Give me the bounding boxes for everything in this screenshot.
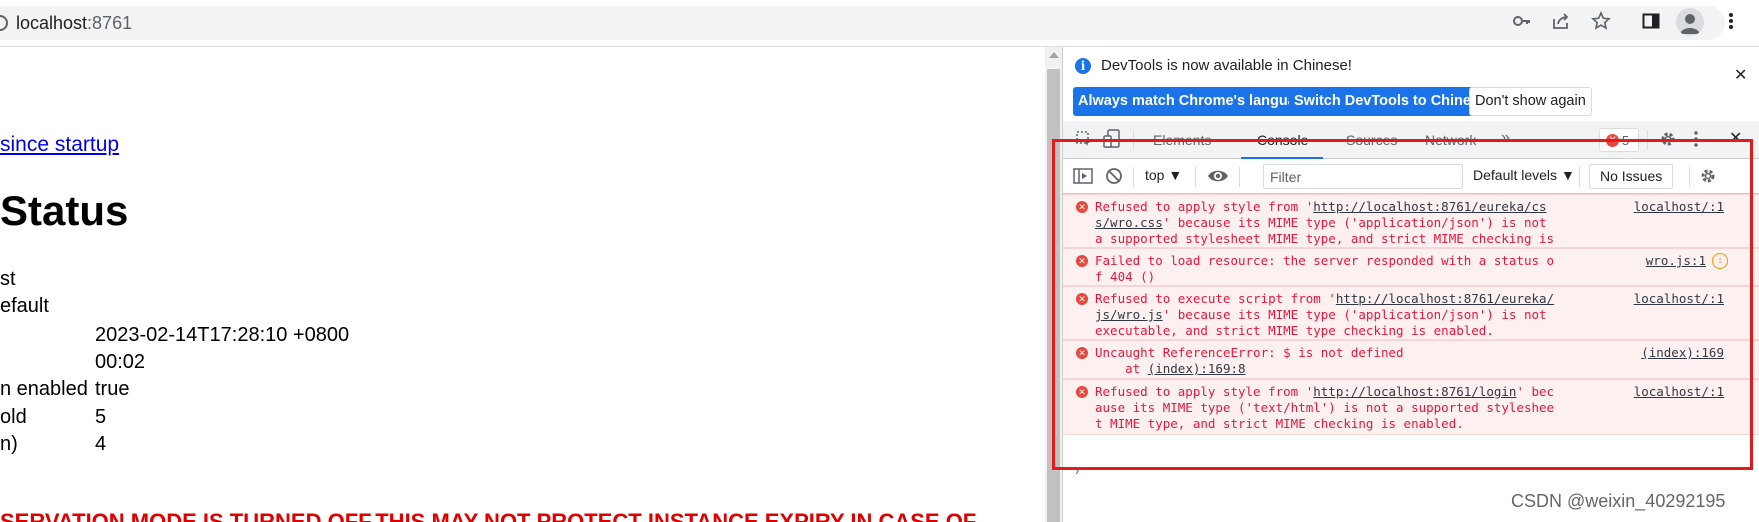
key-icon[interactable] bbox=[1510, 9, 1534, 33]
row-value: 00:02 bbox=[95, 351, 146, 373]
address-url[interactable]: localhost:8761 bbox=[16, 13, 132, 34]
row-value: 4 bbox=[95, 433, 107, 455]
close-icon[interactable]: ✕ bbox=[1734, 65, 1747, 85]
site-info-icon[interactable] bbox=[0, 15, 8, 31]
share-icon[interactable] bbox=[1549, 9, 1573, 33]
row-value: true bbox=[95, 378, 130, 400]
since-startup-link[interactable]: since startup bbox=[0, 133, 119, 157]
switch-chinese-button[interactable]: Switch DevTools to Chinese bbox=[1289, 87, 1493, 116]
status-row: st bbox=[0, 268, 16, 291]
dont-show-button[interactable]: Don't show again bbox=[1469, 87, 1592, 116]
profile-icon[interactable] bbox=[1676, 8, 1704, 36]
row-value: 2023-02-14T17:28:10 +0800 bbox=[95, 324, 350, 346]
scroll-up-icon[interactable] bbox=[1049, 52, 1059, 58]
page-heading: Status bbox=[0, 187, 129, 234]
row-label: st bbox=[0, 268, 16, 290]
menu-icon[interactable] bbox=[1719, 9, 1743, 33]
status-row: n) 4 bbox=[0, 433, 106, 456]
infobar-message: DevTools is now available in Chinese! bbox=[1101, 57, 1352, 74]
address-bar[interactable]: localhost:8761 bbox=[0, 6, 1725, 40]
star-icon[interactable] bbox=[1589, 9, 1613, 33]
row-label: n enabled bbox=[0, 378, 88, 400]
sidepanel-icon[interactable] bbox=[1639, 9, 1663, 33]
eureka-page: since startup Status st efault 2023-02-1… bbox=[0, 47, 1045, 522]
row-label: efault bbox=[0, 295, 49, 317]
self-preservation-warning: SERVATION MODE IS TURNED OFF.THIS MAY NO… bbox=[0, 509, 977, 522]
row-label: n) bbox=[0, 433, 18, 455]
info-icon: i bbox=[1075, 58, 1091, 74]
row-label: old bbox=[0, 406, 27, 428]
status-row: n enabled true bbox=[0, 378, 129, 401]
url-host: localhost bbox=[16, 13, 88, 33]
browser-toolbar: localhost:8761 bbox=[0, 0, 1759, 46]
row-value: 5 bbox=[95, 406, 107, 428]
url-port: :8761 bbox=[87, 13, 133, 33]
csdn-watermark: CSDN @weixin_40292195 bbox=[1511, 491, 1726, 511]
match-language-button[interactable]: Always match Chrome's language bbox=[1073, 87, 1318, 116]
status-row: old 5 bbox=[0, 406, 106, 429]
status-row: efault bbox=[0, 295, 49, 318]
language-infobar: i DevTools is now available in Chinese! … bbox=[1063, 47, 1759, 121]
annotation-highlight-box bbox=[1052, 139, 1753, 470]
